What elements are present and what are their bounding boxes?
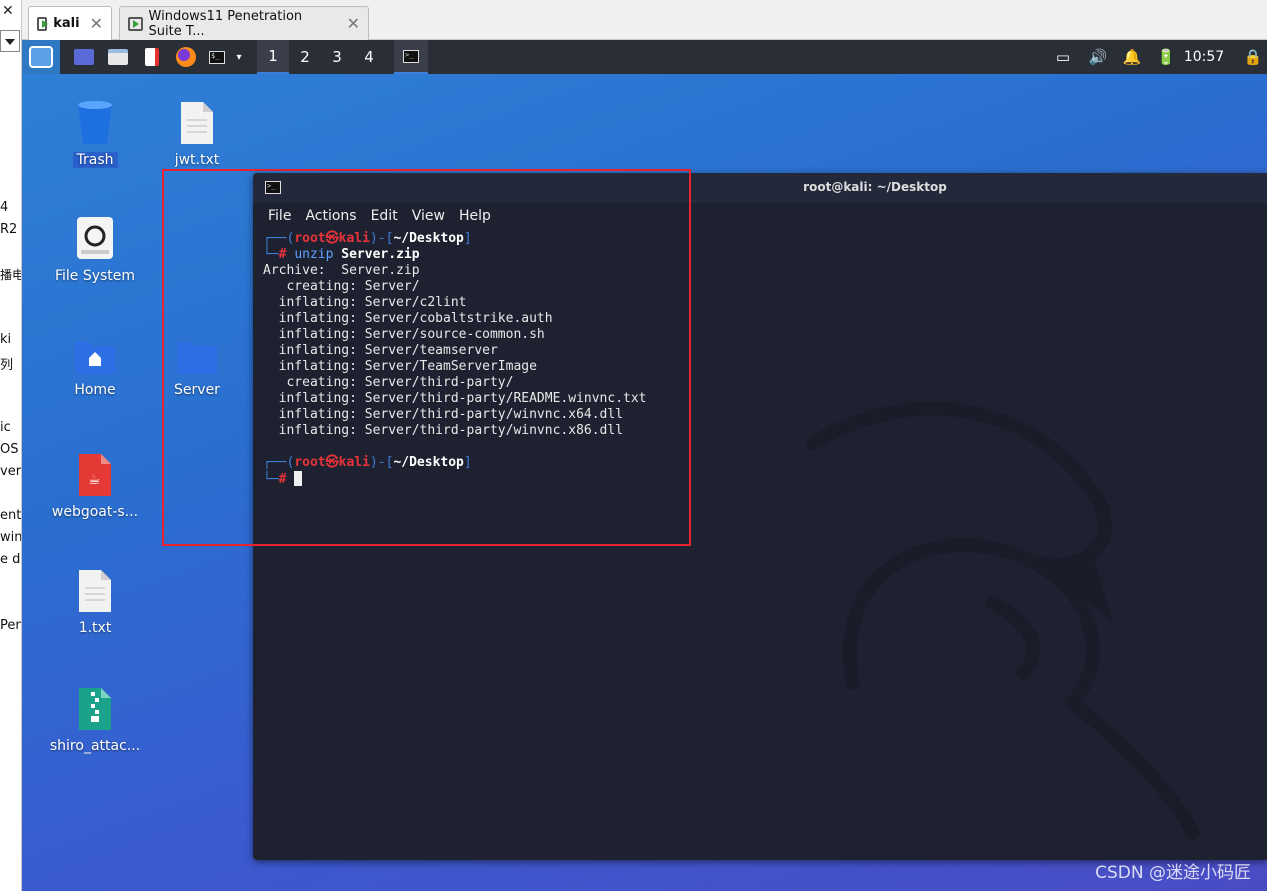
tab-label: kali <box>53 16 80 31</box>
tab-label: Windows11 Penetration Suite T... <box>148 8 303 39</box>
clock[interactable]: 10:57 <box>1182 40 1226 74</box>
host-text-fragment: win <box>0 530 22 545</box>
desktop-icon-trash[interactable]: Trash <box>50 100 140 168</box>
desktop-icon-label: Home <box>74 382 116 398</box>
text-editor-icon[interactable] <box>138 40 166 74</box>
highlight-box <box>162 169 691 546</box>
battery-icon[interactable]: 🔋 <box>1156 40 1176 74</box>
tab-windows11[interactable]: Windows11 Penetration Suite T... ✕ <box>119 6 369 40</box>
vm-tab-bar: kali ✕ Windows11 Penetration Suite T... … <box>22 0 1267 40</box>
host-text-fragment: ic <box>0 420 11 435</box>
host-text-fragment: R2 <box>0 222 18 237</box>
display-icon[interactable]: ▭ <box>1052 40 1074 74</box>
vm-icon <box>128 16 143 31</box>
desktop-icon-label: webgoat-s... <box>51 504 139 520</box>
host-text-fragment: ver <box>0 464 22 479</box>
kali-menu-button[interactable] <box>22 40 60 74</box>
workspace-1[interactable]: 1 <box>257 40 289 74</box>
desktop-icon-file-system[interactable]: File System <box>50 216 140 284</box>
tab-kali[interactable]: kali ✕ <box>28 6 112 40</box>
notification-bell-icon[interactable]: 🔔 <box>1121 40 1143 74</box>
home-folder-icon <box>75 342 115 374</box>
host-text-fragment: 播电 <box>0 268 22 282</box>
workspace-4[interactable]: 4 <box>353 40 385 74</box>
vm-icon <box>37 16 49 31</box>
host-text-fragment: Pen <box>0 618 22 633</box>
lock-icon[interactable]: 🔒 <box>1242 40 1264 74</box>
screen: ✕ 4 R2 播电 ki 列 ic OS ver ent win e do Pe… <box>0 0 1267 891</box>
desktop-icon-jwt[interactable]: jwt.txt <box>152 100 242 168</box>
desktop-icon-webgoat[interactable]: ☕ webgoat-s... <box>50 452 140 520</box>
workspace-2[interactable]: 2 <box>289 40 321 74</box>
desktop-icon-label: jwt.txt <box>174 152 220 168</box>
kali-dragon-icon <box>29 46 53 68</box>
file-manager-icon[interactable] <box>104 40 132 74</box>
watermark: CSDN @迷途小码匠 <box>1095 863 1251 883</box>
desktop-icon-label: 1.txt <box>78 620 112 636</box>
host-dropdown[interactable] <box>0 30 20 52</box>
host-text-fragment: ent <box>0 508 22 523</box>
desktop-icon-label: Trash <box>72 152 118 168</box>
trash-icon <box>78 101 112 144</box>
host-text-fragment: 列 <box>0 358 14 373</box>
hard-drive-icon <box>77 217 113 259</box>
desktop-icon-1txt[interactable]: 1.txt <box>50 568 140 636</box>
host-text-fragment: ki <box>0 332 12 347</box>
chevron-down-icon[interactable]: ▾ <box>230 40 248 74</box>
svg-text:☕: ☕ <box>88 472 101 488</box>
host-text-fragment: e do <box>0 552 21 567</box>
taskbar-terminal-window[interactable]: >_ <box>394 40 428 74</box>
host-text-fragment: 4 <box>0 200 9 215</box>
desktop-icon-shiro[interactable]: shiro_attac... <box>50 686 140 754</box>
desktop-icon-home[interactable]: Home <box>50 336 140 398</box>
firefox-icon[interactable] <box>172 40 200 74</box>
zip-archive-icon <box>79 688 111 730</box>
java-archive-icon: ☕ <box>79 454 111 496</box>
text-file-icon <box>79 570 111 612</box>
host-side-panel: ✕ 4 R2 播电 ki 列 ic OS ver ent win e do Pe… <box>0 0 22 891</box>
top-panel: $_ ▾ 1 2 3 4 >_ ▭ 🔊 🔔 🔋 10:57 🔒 <box>22 40 1267 74</box>
workspace-3[interactable]: 3 <box>321 40 353 74</box>
close-icon[interactable]: ✕ <box>347 14 360 33</box>
desktop-icon-label: shiro_attac... <box>49 738 141 754</box>
close-icon[interactable]: ✕ <box>90 14 103 33</box>
desktop-icon-label: File System <box>54 268 136 284</box>
terminal-launcher-icon[interactable]: $_ <box>204 40 230 74</box>
text-file-icon <box>181 102 213 144</box>
host-close-icon[interactable]: ✕ <box>2 3 14 19</box>
host-text-fragment: OS <box>0 442 19 457</box>
volume-icon[interactable]: 🔊 <box>1086 40 1110 74</box>
show-desktop-icon[interactable] <box>70 40 98 74</box>
